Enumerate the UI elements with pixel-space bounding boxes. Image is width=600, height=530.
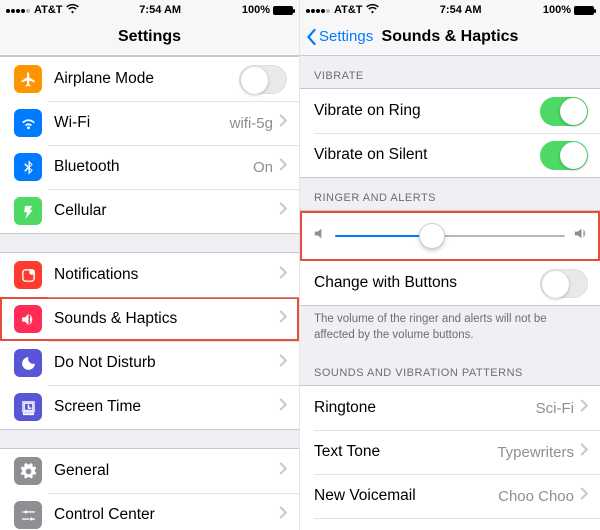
screentime-icon [14, 393, 42, 421]
page-title: Settings [118, 28, 181, 46]
notifications-icon [14, 261, 42, 289]
back-button[interactable]: Settings [306, 28, 373, 45]
page-title: Sounds & Haptics [382, 28, 519, 46]
row-label: Airplane Mode [54, 70, 239, 88]
chevron-right-icon [279, 202, 287, 220]
settings-row-screentime[interactable]: Screen Time [0, 385, 299, 429]
cellular-icon [14, 197, 42, 225]
chevron-right-icon [580, 443, 588, 461]
group-footer-ringer: The volume of the ringer and alerts will… [300, 306, 600, 353]
controlcenter-icon [14, 501, 42, 529]
battery-pct: 100% [242, 4, 270, 16]
back-label: Settings [319, 28, 373, 45]
chevron-left-icon [306, 29, 317, 45]
sound-row[interactable]: RingtoneSci-Fi [300, 386, 600, 430]
wifi-icon [14, 109, 42, 137]
row-label: Ringtone [314, 399, 536, 417]
row-label: Do Not Disturb [54, 354, 279, 372]
row-change-with-buttons[interactable]: Change with Buttons [300, 261, 600, 305]
row-label: Wi-Fi [54, 114, 230, 132]
settings-row-general[interactable]: General [0, 449, 299, 493]
chevron-right-icon [279, 398, 287, 416]
row-label: Cellular [54, 202, 279, 220]
row-label: Notifications [54, 266, 279, 284]
settings-root-pane: AT&T 7:54 AM 100% Settings Airplane Mode… [0, 0, 300, 530]
row-value: wifi-5g [230, 115, 273, 132]
signal-icon [306, 4, 331, 16]
settings-row-dnd[interactable]: Do Not Disturb [0, 341, 299, 385]
switch-change-with-buttons[interactable] [540, 269, 588, 298]
switch-vibrate-ring[interactable] [540, 97, 588, 126]
chevron-right-icon [279, 462, 287, 480]
chevron-right-icon [279, 158, 287, 176]
chevron-right-icon [580, 487, 588, 505]
volume-low-icon [312, 226, 327, 246]
row-label: Text Tone [314, 443, 497, 461]
row-value: Sci-Fi [536, 400, 574, 417]
battery-pct: 100% [543, 4, 571, 16]
ringer-volume-slider-row[interactable] [300, 211, 600, 261]
settings-row-bluetooth[interactable]: BluetoothOn [0, 145, 299, 189]
wifi-icon [66, 4, 79, 17]
wifi-icon [366, 4, 379, 17]
settings-row-cellular[interactable]: Cellular [0, 189, 299, 233]
chevron-right-icon [279, 310, 287, 328]
chevron-right-icon [279, 266, 287, 284]
group-header-sounds-patterns: SOUNDS AND VIBRATION PATTERNS [300, 353, 600, 385]
settings-row-sounds[interactable]: Sounds & Haptics [0, 297, 299, 341]
group-header-vibrate: VIBRATE [300, 56, 600, 88]
navbar: Settings [0, 18, 299, 56]
sound-row[interactable]: New MailBamboo [300, 518, 600, 530]
row-vibrate-on-silent[interactable]: Vibrate on Silent [300, 133, 600, 177]
row-label: Change with Buttons [314, 274, 540, 292]
row-label: Bluetooth [54, 158, 253, 176]
row-value: Choo Choo [498, 488, 574, 505]
sounds-icon [14, 305, 42, 333]
row-label: New Voicemail [314, 487, 498, 505]
status-bar: AT&T 7:54 AM 100% [300, 0, 600, 18]
settings-row-wifi[interactable]: Wi-Fiwifi-5g [0, 101, 299, 145]
carrier-label: AT&T [334, 4, 363, 16]
bluetooth-icon [14, 153, 42, 181]
settings-row-notifications[interactable]: Notifications [0, 253, 299, 297]
battery-icon [574, 6, 594, 15]
clock: 7:54 AM [139, 4, 181, 16]
row-label: Vibrate on Ring [314, 102, 540, 120]
airplane-icon [14, 65, 42, 93]
switch-vibrate-silent[interactable] [540, 141, 588, 170]
row-label: Sounds & Haptics [54, 310, 279, 328]
volume-slider[interactable] [335, 235, 565, 237]
chevron-right-icon [279, 354, 287, 372]
clock: 7:54 AM [440, 4, 482, 16]
sound-row[interactable]: New VoicemailChoo Choo [300, 474, 600, 518]
row-label: Vibrate on Silent [314, 146, 540, 164]
status-bar: AT&T 7:54 AM 100% [0, 0, 299, 18]
chevron-right-icon [279, 506, 287, 524]
switch-airplane[interactable] [239, 65, 287, 94]
general-icon [14, 457, 42, 485]
chevron-right-icon [580, 399, 588, 417]
settings-row-controlcenter[interactable]: Control Center [0, 493, 299, 530]
signal-icon [6, 4, 31, 16]
battery-icon [273, 6, 293, 15]
row-label: General [54, 462, 279, 480]
carrier-label: AT&T [34, 4, 63, 16]
row-vibrate-on-ring[interactable]: Vibrate on Ring [300, 89, 600, 133]
group-header-ringer: RINGER AND ALERTS [300, 178, 600, 210]
settings-row-airplane[interactable]: Airplane Mode [0, 57, 299, 101]
dnd-icon [14, 349, 42, 377]
row-value: Typewriters [497, 444, 574, 461]
sound-row[interactable]: Text ToneTypewriters [300, 430, 600, 474]
row-label: Screen Time [54, 398, 279, 416]
sounds-haptics-pane: AT&T 7:54 AM 100% Settings Sounds & Hapt… [300, 0, 600, 530]
volume-high-icon [573, 226, 588, 246]
chevron-right-icon [279, 114, 287, 132]
row-label: Control Center [54, 506, 279, 524]
navbar: Settings Sounds & Haptics [300, 18, 600, 56]
row-value: On [253, 159, 273, 176]
